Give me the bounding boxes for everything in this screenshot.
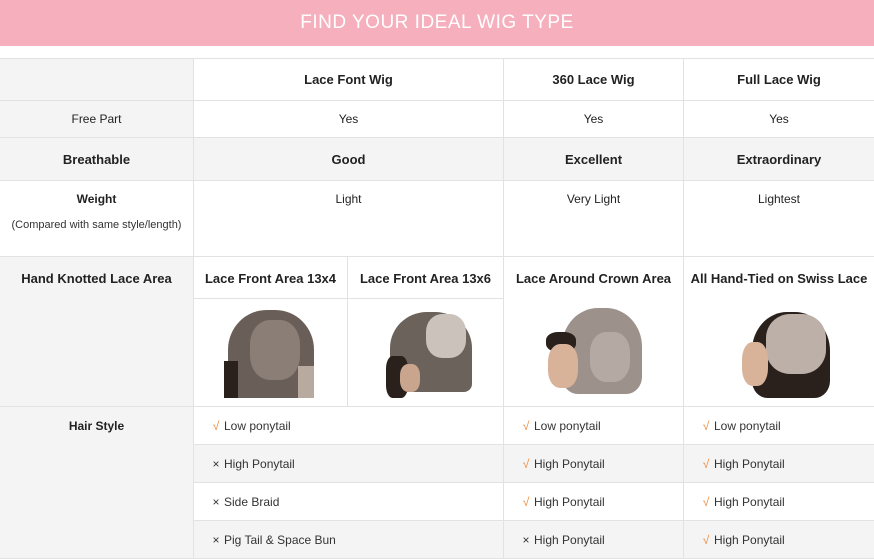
wig-image-13x6 bbox=[380, 306, 476, 398]
wig-image-full bbox=[736, 306, 832, 400]
wig-image-13x4 bbox=[220, 306, 320, 398]
lace-area-13x4: Lace Front Area 13x4 bbox=[194, 257, 348, 299]
full-hair-text-1: Low ponytail bbox=[714, 418, 781, 433]
check-icon: √ bbox=[522, 418, 530, 433]
l360-hair-text-1: Low ponytail bbox=[534, 418, 601, 433]
l360-hair-row-1: √ Low ponytail bbox=[504, 407, 684, 445]
full-hair-row-3: √ High Ponytail bbox=[684, 483, 874, 521]
lf-hair-text-2: High Ponytail bbox=[224, 456, 295, 471]
check-icon: √ bbox=[522, 494, 530, 509]
breathable-360: Excellent bbox=[504, 138, 684, 181]
free-part-label: Free Part bbox=[0, 101, 194, 138]
lace-area-13x6: Lace Front Area 13x6 bbox=[348, 257, 504, 299]
l360-hair-row-2: √ High Ponytail bbox=[504, 445, 684, 483]
breathable-full: Extraordinary bbox=[684, 138, 874, 181]
cross-icon: × bbox=[212, 456, 220, 471]
l360-hair-text-2: High Ponytail bbox=[534, 456, 605, 471]
banner-title: FIND YOUR IDEAL WIG TYPE bbox=[300, 12, 574, 33]
header-360-lace: 360 Lace Wig bbox=[504, 58, 684, 101]
wig-image-360 bbox=[540, 302, 644, 400]
l360-hair-text-3: High Ponytail bbox=[534, 494, 605, 509]
lf-hair-text-4: Pig Tail & Space Bun bbox=[224, 532, 336, 547]
check-icon: √ bbox=[702, 494, 710, 509]
full-hair-row-1: √ Low ponytail bbox=[684, 407, 874, 445]
check-icon: √ bbox=[212, 418, 220, 433]
full-hair-text-2: High Ponytail bbox=[714, 456, 785, 471]
full-hair-text-4: High Ponytail bbox=[714, 532, 785, 547]
cross-icon: × bbox=[522, 532, 530, 547]
free-part-full: Yes bbox=[684, 101, 874, 138]
header-lace-front: Lace Font Wig bbox=[194, 58, 504, 101]
breathable-label: Breathable bbox=[0, 138, 194, 181]
hair-style-label: Hair Style bbox=[0, 407, 194, 559]
banner: FIND YOUR IDEAL WIG TYPE bbox=[0, 0, 874, 46]
lf-hair-row-2: × High Ponytail bbox=[194, 445, 504, 483]
l360-hair-row-4: × High Ponytail bbox=[504, 521, 684, 559]
lf-hair-text-1: Low ponytail bbox=[224, 418, 291, 433]
full-hair-row-2: √ High Ponytail bbox=[684, 445, 874, 483]
free-part-lace-front: Yes bbox=[194, 101, 504, 138]
weight-label-cell: Weight (Compared with same style/length) bbox=[0, 181, 194, 257]
lace-area-label: Hand Knotted Lace Area bbox=[0, 257, 194, 407]
header-empty bbox=[0, 58, 194, 101]
weight-note: (Compared with same style/length) bbox=[11, 219, 182, 231]
lf-hair-row-1: √ Low ponytail bbox=[194, 407, 504, 445]
check-icon: √ bbox=[522, 456, 530, 471]
comparison-table: Lace Font Wig 360 Lace Wig Full Lace Wig… bbox=[0, 58, 874, 559]
l360-hair-row-3: √ High Ponytail bbox=[504, 483, 684, 521]
weight-label: Weight bbox=[76, 192, 117, 206]
lf-hair-text-3: Side Braid bbox=[224, 494, 280, 509]
check-icon: √ bbox=[702, 456, 710, 471]
full-hair-row-4: √ High Ponytail bbox=[684, 521, 874, 559]
weight-lace-front: Light bbox=[194, 181, 504, 257]
l360-hair-text-4: High Ponytail bbox=[534, 532, 605, 547]
header-full-lace: Full Lace Wig bbox=[684, 58, 874, 101]
weight-full: Lightest bbox=[684, 181, 874, 257]
lf-hair-row-4: × Pig Tail & Space Bun bbox=[194, 521, 504, 559]
cross-icon: × bbox=[212, 532, 220, 547]
cross-icon: × bbox=[212, 494, 220, 509]
weight-360: Very Light bbox=[504, 181, 684, 257]
check-icon: √ bbox=[702, 418, 710, 433]
free-part-360: Yes bbox=[504, 101, 684, 138]
breathable-lace-front: Good bbox=[194, 138, 504, 181]
check-icon: √ bbox=[702, 532, 710, 547]
full-hair-text-3: High Ponytail bbox=[714, 494, 785, 509]
lf-hair-row-3: × Side Braid bbox=[194, 483, 504, 521]
